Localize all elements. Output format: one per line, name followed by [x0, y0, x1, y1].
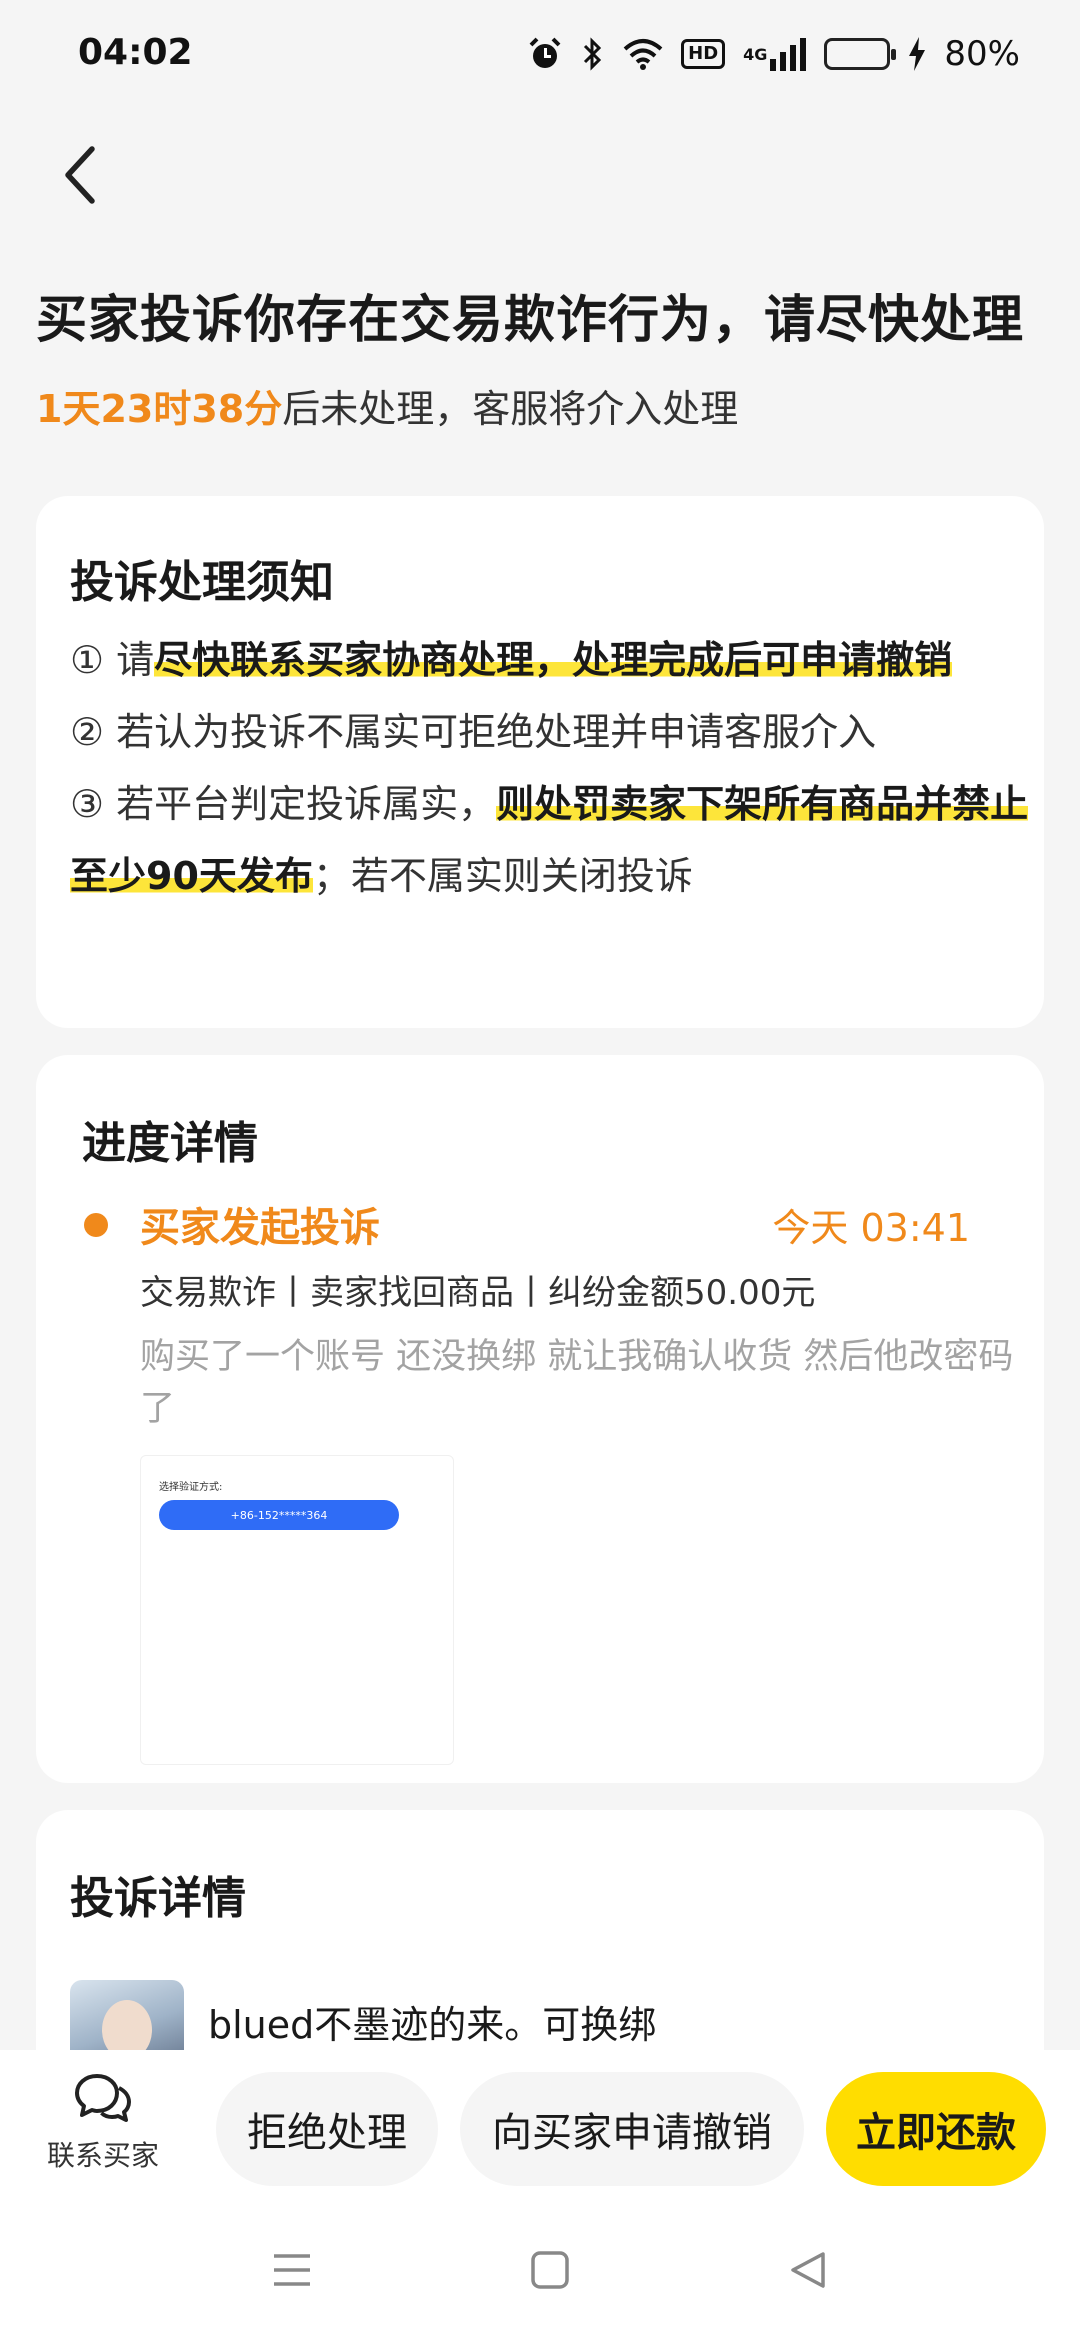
notice-list: ① 请尽快联系买家协商处理，处理完成后可申请撤销 ② 若认为投诉不属实可拒绝处理…: [70, 624, 1030, 912]
page-title: 买家投诉你存在交易欺诈行为，请尽快处理: [36, 291, 1025, 350]
event-time: 今天 03:41: [772, 1206, 970, 1250]
contact-buyer-button[interactable]: 联系买家: [28, 2070, 178, 2210]
notice-item-2: ② 若认为投诉不属实可拒绝处理并申请客服介入: [70, 710, 877, 754]
nav-menu-button[interactable]: [252, 2230, 332, 2310]
nav-back-icon: [791, 2252, 825, 2288]
notice-item-1-prefix: ① 请: [70, 638, 155, 682]
wifi-icon: [623, 37, 663, 71]
progress-card: 进度详情 买家发起投诉 今天 03:41 交易欺诈丨卖家找回商品丨纠纷金额50.…: [36, 1055, 1044, 1783]
deadline-text: 后未处理，客服将介入处理: [282, 387, 739, 431]
complaint-title: 投诉详情: [70, 1873, 246, 1924]
notice-item-3-suffix: ；若不属实则关闭投诉: [312, 854, 693, 898]
battery-icon: [824, 38, 897, 70]
status-bar: 04:02 HD 4G 80%: [0, 0, 1080, 112]
notice-item-3: ③ 若平台判定投诉属实，则处罚卖家下架所有商品并禁止至少90天发布；若不属实则关…: [70, 768, 1030, 912]
event-description: 购买了一个账号 还没换绑 就让我确认收货 然后他改密码了: [140, 1337, 1014, 1429]
timeline-dot: [84, 1213, 108, 1237]
status-time: 04:02: [78, 32, 193, 73]
system-nav-bar: [0, 2200, 1080, 2340]
signal-icon: 4G: [743, 37, 807, 71]
refund-now-button[interactable]: 立即还款: [826, 2072, 1046, 2186]
network-type: 4G: [743, 44, 768, 64]
notice-item-3-prefix: ③ 若平台判定投诉属实，: [70, 782, 497, 826]
menu-icon: [274, 2254, 310, 2286]
hd-icon: HD: [681, 39, 726, 69]
evidence-label: 选择验证方式:: [159, 1482, 223, 1493]
countdown-timer: 1天23时38分: [36, 387, 283, 431]
nav-back-button[interactable]: [768, 2230, 848, 2310]
product-title[interactable]: blued不墨迹的来。可换绑: [208, 1994, 656, 2049]
deadline-notice: 1天23时38分后未处理，客服将介入处理: [36, 378, 738, 433]
request-revoke-button[interactable]: 向买家申请撤销: [460, 2072, 804, 2186]
notice-item-1: ① 请尽快联系买家协商处理，处理完成后可申请撤销: [70, 624, 1030, 696]
nav-home-button[interactable]: [510, 2230, 590, 2310]
progress-title: 进度详情: [82, 1118, 258, 1169]
evidence-image[interactable]: 选择验证方式: +86-152*****364: [140, 1455, 454, 1765]
event-title: 买家发起投诉: [140, 1205, 380, 1251]
bluetooth-icon: [581, 36, 605, 72]
battery-percent: 80%: [944, 34, 1020, 74]
home-icon: [531, 2251, 569, 2289]
evidence-phone-button: +86-152*****364: [159, 1500, 399, 1530]
notice-item-1-highlight: 尽快联系买家协商处理，处理完成后可申请撤销: [154, 638, 953, 682]
notice-title: 投诉处理须知: [70, 557, 334, 608]
status-icons: HD 4G 80%: [527, 30, 1020, 78]
event-meta: 交易欺诈丨卖家找回商品丨纠纷金额50.00元: [140, 1273, 816, 1313]
back-button[interactable]: [40, 130, 120, 220]
chat-icon: [75, 2074, 131, 2122]
notice-card: 投诉处理须知 ① 请尽快联系买家协商处理，处理完成后可申请撤销 ② 若认为投诉不…: [36, 496, 1044, 1028]
back-arrow-icon: [65, 146, 95, 204]
contact-buyer-label: 联系买家: [46, 2139, 159, 2172]
charging-icon: [908, 37, 926, 71]
reject-button[interactable]: 拒绝处理: [216, 2072, 438, 2186]
alarm-icon: [527, 36, 563, 72]
